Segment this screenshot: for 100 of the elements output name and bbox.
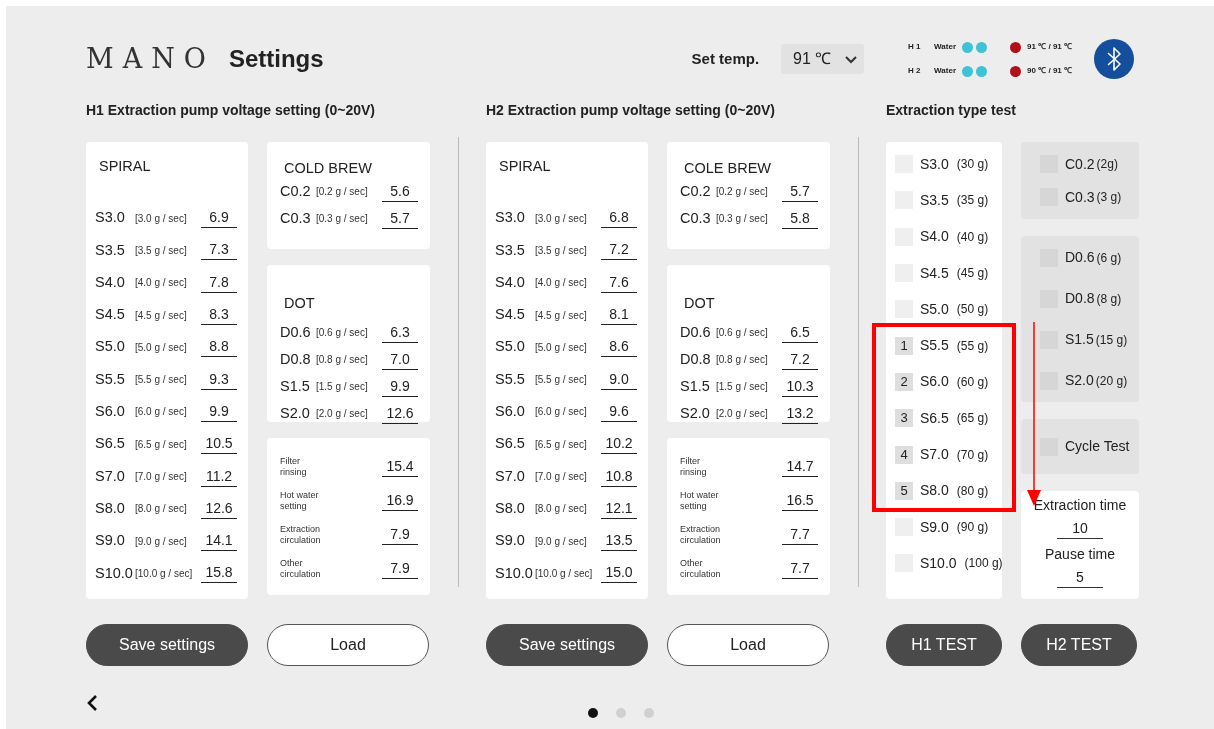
- flow-rate: [1.5 g / sec]: [716, 380, 768, 394]
- flow-rate: [1.5 g / sec]: [316, 380, 368, 394]
- value-field[interactable]: 6.3: [382, 322, 418, 343]
- test-code: C0.2: [1065, 154, 1095, 174]
- flow-rate: [3.5 g / sec]: [135, 243, 187, 258]
- value-field[interactable]: 7.9: [382, 525, 418, 545]
- row-code: S7.0: [495, 466, 526, 486]
- test-amount: (6 g): [1096, 249, 1122, 267]
- value-field[interactable]: 6.9: [201, 208, 237, 229]
- value-field[interactable]: 5.7: [382, 208, 418, 229]
- load-button[interactable]: Load: [667, 624, 829, 666]
- flow-rate: [4.0 g / sec]: [135, 276, 187, 291]
- page-dot[interactable]: [644, 708, 654, 718]
- value-field[interactable]: 15.0: [601, 563, 637, 584]
- value-field[interactable]: 8.3: [201, 305, 237, 326]
- row-code: S7.0: [95, 466, 126, 486]
- save-button[interactable]: Save settings: [486, 624, 648, 666]
- test-button[interactable]: H2 TEST: [1021, 624, 1137, 666]
- flow-rate: [0.3 g / sec]: [316, 212, 368, 226]
- value-field[interactable]: 8.1: [601, 305, 637, 326]
- value-field[interactable]: 6.8: [601, 208, 637, 229]
- bluetooth-icon[interactable]: [1094, 39, 1135, 79]
- value-field[interactable]: 12.1: [601, 498, 637, 519]
- value-field[interactable]: 9.6: [601, 401, 637, 422]
- value-field[interactable]: 9.9: [201, 401, 237, 422]
- load-button[interactable]: Load: [267, 624, 429, 666]
- flow-rate: [5.0 g / sec]: [535, 340, 587, 355]
- row-code: S5.0: [495, 337, 526, 357]
- flow-rate: [3.0 g / sec]: [535, 211, 587, 226]
- timer-field[interactable]: 10: [1057, 518, 1103, 539]
- value-field[interactable]: 15.8: [201, 563, 237, 584]
- value-field[interactable]: 8.8: [201, 337, 237, 358]
- row-code: S3.0: [495, 208, 526, 228]
- value-field[interactable]: 14.1: [201, 531, 237, 552]
- temperature-dropdown[interactable]: 91 ℃: [781, 44, 865, 74]
- checkbox[interactable]: 4: [895, 445, 913, 464]
- timer-field[interactable]: 5: [1057, 567, 1103, 588]
- page-dot[interactable]: [616, 708, 626, 718]
- value-field[interactable]: 9.0: [601, 369, 637, 390]
- flow-rate: [9.0 g / sec]: [135, 534, 187, 549]
- value-field[interactable]: 15.4: [382, 457, 418, 477]
- row-code: S6.0: [95, 402, 126, 422]
- value-field[interactable]: 7.2: [601, 240, 637, 261]
- value-field[interactable]: 9.9: [382, 376, 418, 397]
- flow-rate: [9.0 g / sec]: [535, 534, 587, 549]
- value-field[interactable]: 7.7: [782, 525, 818, 545]
- flow-rate: [8.0 g / sec]: [535, 502, 587, 517]
- value-field[interactable]: 10.3: [782, 376, 818, 397]
- value-field[interactable]: 13.5: [601, 531, 637, 552]
- back-icon[interactable]: [86, 694, 99, 712]
- row-code: S3.0: [95, 208, 126, 228]
- page-dot[interactable]: [588, 708, 598, 718]
- value-field[interactable]: 7.3: [201, 240, 237, 261]
- value-field[interactable]: 10.8: [601, 466, 637, 487]
- value-field[interactable]: 7.9: [382, 559, 418, 579]
- test-amount: (65 g): [956, 410, 989, 428]
- flow-rate: [0.3 g / sec]: [716, 212, 768, 226]
- flow-rate: [7.0 g / sec]: [135, 470, 187, 484]
- value-field[interactable]: 10.2: [601, 434, 637, 455]
- value-field[interactable]: 7.7: [782, 559, 818, 579]
- row-code: S1.5: [680, 376, 711, 396]
- value-field[interactable]: 5.7: [782, 181, 818, 202]
- checkbox[interactable]: 1: [895, 336, 913, 355]
- water-indicator: [962, 41, 974, 53]
- value-field[interactable]: 13.2: [782, 403, 818, 424]
- value-field[interactable]: 7.2: [782, 349, 818, 370]
- test-button[interactable]: H1 TEST: [886, 624, 1002, 666]
- value-field[interactable]: 5.6: [382, 181, 418, 202]
- value-field[interactable]: 12.6: [201, 498, 237, 519]
- flow-rate: [4.0 g / sec]: [535, 276, 587, 291]
- value-field[interactable]: 5.8: [782, 208, 818, 229]
- page-title: Settings: [228, 44, 324, 74]
- value-field[interactable]: 7.0: [382, 349, 418, 370]
- save-button[interactable]: Save settings: [86, 624, 248, 666]
- row-code: D0.8: [680, 349, 712, 369]
- flow-rate: [0.2 g / sec]: [316, 185, 368, 199]
- checkbox[interactable]: 2: [895, 372, 913, 391]
- heater-temperature: 90 ℃ / 91 ℃: [1027, 65, 1073, 77]
- test-amount: (45 g): [956, 265, 989, 283]
- value-field[interactable]: 16.5: [782, 491, 818, 511]
- value-field[interactable]: 8.6: [601, 337, 637, 358]
- checkbox[interactable]: 5: [895, 481, 913, 500]
- value-field[interactable]: 16.9: [382, 491, 418, 511]
- value-field[interactable]: 9.3: [201, 369, 237, 390]
- value-field[interactable]: 14.7: [782, 457, 818, 477]
- test-code: S7.0: [920, 445, 949, 464]
- chevron-down-icon: [844, 53, 859, 65]
- value-field[interactable]: 7.6: [601, 272, 637, 293]
- value-field[interactable]: 6.5: [782, 322, 818, 343]
- flow-rate: [0.6 g / sec]: [316, 326, 368, 340]
- value-field[interactable]: 10.5: [201, 434, 237, 455]
- checkbox[interactable]: 3: [895, 409, 913, 428]
- row-code: S6.5: [95, 434, 126, 454]
- water-indicator: [976, 65, 988, 77]
- value-field[interactable]: 11.2: [201, 466, 237, 487]
- test-amount: (55 g): [956, 337, 989, 355]
- value-field[interactable]: 12.6: [382, 403, 418, 424]
- value-field[interactable]: 7.8: [201, 272, 237, 293]
- test-code: S5.0: [920, 299, 949, 319]
- row-code: S5.5: [495, 369, 526, 389]
